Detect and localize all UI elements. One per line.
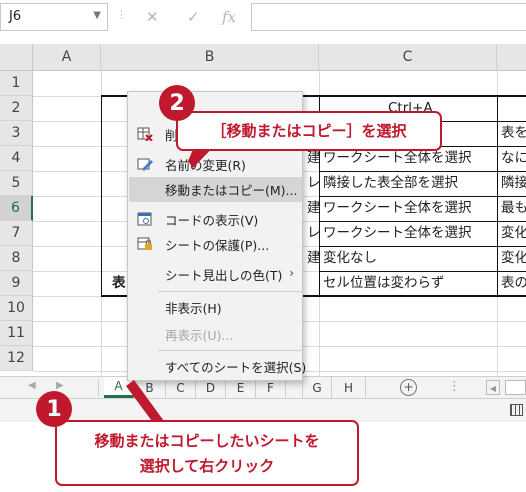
step-1-badge: 1: [36, 391, 72, 427]
callout-step-1-line2: 選択して右クリック: [139, 457, 275, 475]
annotation-arrows: [126, 138, 222, 432]
callout-step-1: 移動またはコピーしたいシートを 選択して右クリック: [55, 420, 359, 486]
callout-step-2: ［移動またはコピー］を選択: [176, 111, 442, 151]
step-2-badge: 2: [159, 85, 195, 121]
callout-step-1-line1: 移動またはコピーしたいシートを: [94, 432, 320, 450]
callout-step-2-text: ［移動またはコピー］を選択: [211, 122, 407, 140]
